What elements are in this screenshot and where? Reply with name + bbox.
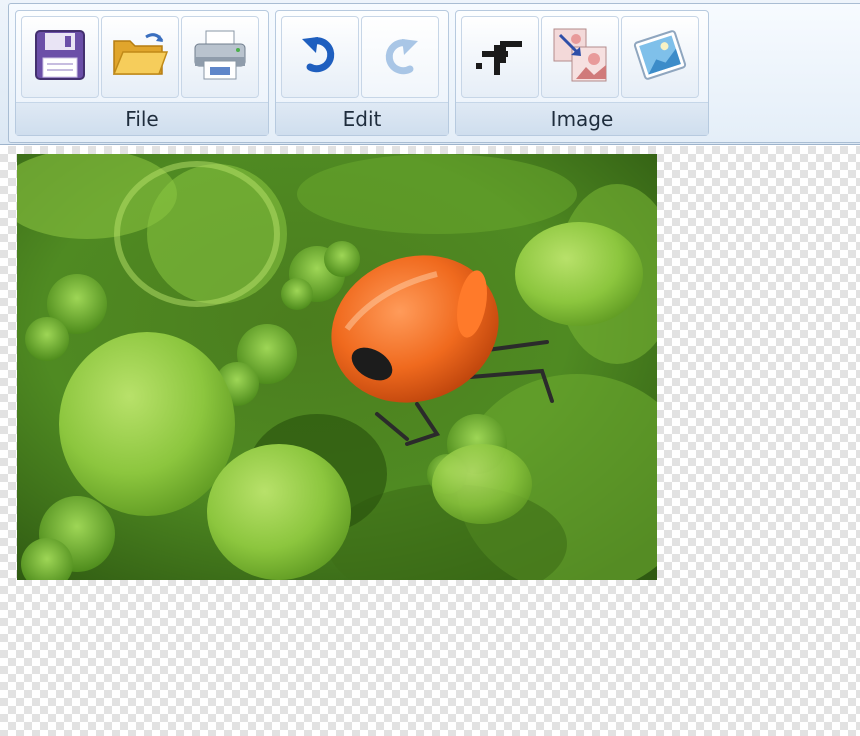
image-canvas[interactable] (0, 146, 860, 736)
ribbon-group-file: File (15, 10, 269, 136)
redo-button[interactable] (361, 16, 439, 98)
save-button[interactable] (21, 16, 99, 98)
image-group-label: Image (456, 102, 708, 135)
ribbon-group-edit: Edit (275, 10, 449, 136)
undo-button[interactable] (281, 16, 359, 98)
photo-ladybug-on-leaves (17, 154, 657, 580)
ribbon-group-image: Image (455, 10, 709, 136)
image-adjust-icon (631, 26, 689, 88)
crop-button[interactable] (461, 16, 539, 98)
undo-icon (294, 29, 346, 85)
print-icon (190, 27, 250, 87)
crop-icon (472, 27, 528, 87)
open-folder-icon (110, 27, 170, 87)
image-adjust-button[interactable] (621, 16, 699, 98)
ribbon-toolbar: File Edit Image (0, 0, 860, 145)
redo-icon (374, 29, 426, 85)
save-icon (32, 27, 88, 87)
file-group-label: File (16, 102, 268, 135)
open-button[interactable] (101, 16, 179, 98)
print-button[interactable] (181, 16, 259, 98)
edit-group-label: Edit (276, 102, 448, 135)
resize-icon (550, 25, 610, 89)
resize-button[interactable] (541, 16, 619, 98)
